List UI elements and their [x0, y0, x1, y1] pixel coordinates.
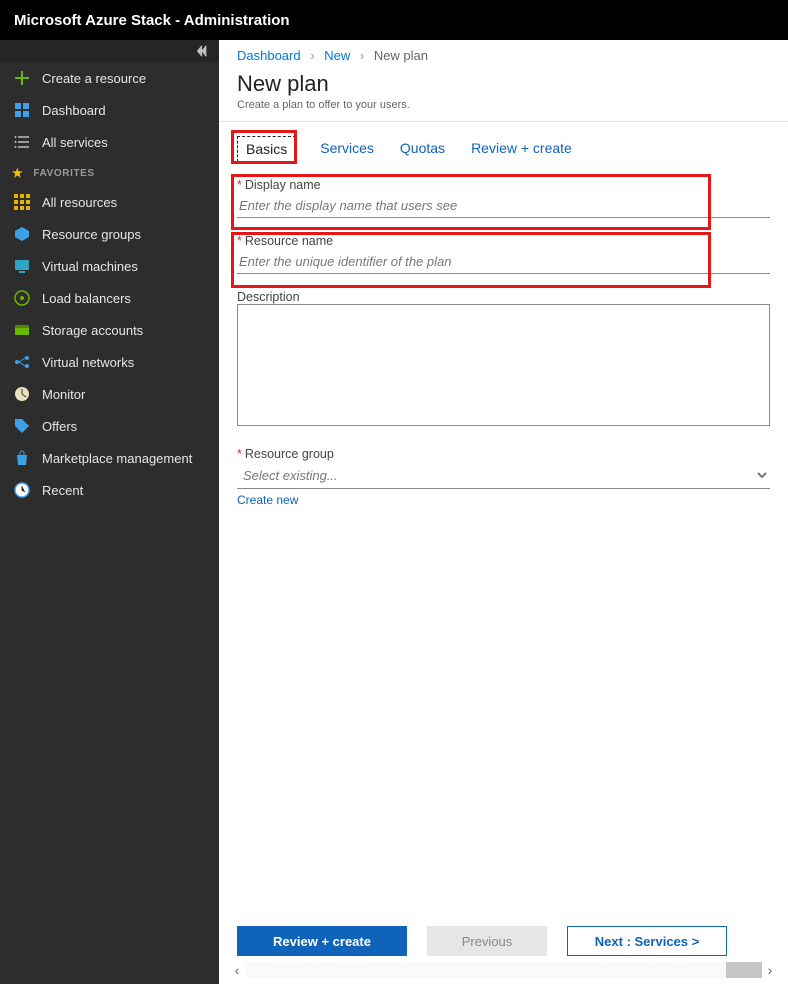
display-name-label: Display name — [245, 178, 321, 192]
breadcrumb-new[interactable]: New — [324, 48, 350, 63]
scroll-left-icon[interactable]: ‹ — [229, 962, 245, 978]
sidebar-collapse-button[interactable] — [0, 40, 219, 62]
shopping-bag-icon — [14, 450, 30, 466]
tab-services[interactable]: Services — [318, 136, 376, 162]
scroll-right-icon[interactable]: › — [762, 962, 778, 978]
dashboard-icon — [14, 102, 30, 118]
sidebar-item-label: Virtual networks — [42, 355, 134, 370]
page-header: New plan Create a plan to offer to your … — [219, 63, 788, 122]
sidebar-item-label: Virtual machines — [42, 259, 138, 274]
monitor-icon — [14, 386, 30, 402]
sidebar-item-resource-groups[interactable]: Resource groups — [0, 218, 219, 250]
breadcrumb-current: New plan — [374, 48, 428, 63]
sidebar-item-offers[interactable]: Offers — [0, 410, 219, 442]
required-asterisk: * — [237, 178, 242, 192]
tag-icon — [14, 418, 30, 434]
review-create-button[interactable]: Review + create — [237, 926, 407, 956]
scrollbar-track[interactable] — [245, 962, 762, 978]
footer-buttons: Review + create Previous Next : Services… — [237, 926, 770, 956]
tab-quotas[interactable]: Quotas — [398, 136, 447, 162]
required-asterisk: * — [237, 234, 242, 248]
storage-icon — [14, 322, 30, 338]
resource-name-input[interactable] — [237, 248, 770, 274]
scrollbar-thumb[interactable] — [726, 962, 762, 978]
sidebar-dashboard[interactable]: Dashboard — [0, 94, 219, 126]
sidebar-item-storage-accounts[interactable]: Storage accounts — [0, 314, 219, 346]
description-textarea[interactable] — [237, 304, 770, 426]
tab-review-create[interactable]: Review + create — [469, 136, 574, 162]
resource-group-select[interactable]: Select existing... — [237, 461, 770, 489]
grid-icon — [14, 194, 30, 210]
description-label: Description — [237, 290, 300, 304]
star-icon: ★ — [12, 166, 23, 180]
sidebar-item-marketplace[interactable]: Marketplace management — [0, 442, 219, 474]
previous-button[interactable]: Previous — [427, 926, 547, 956]
sidebar-all-services[interactable]: All services — [0, 126, 219, 158]
cube-icon — [14, 226, 30, 242]
sidebar-item-label: Storage accounts — [42, 323, 143, 338]
sidebar-item-label: Marketplace management — [42, 451, 192, 466]
sidebar-item-label: Resource groups — [42, 227, 141, 242]
horizontal-scrollbar[interactable]: ‹ › — [229, 962, 778, 978]
create-new-link[interactable]: Create new — [237, 493, 298, 507]
load-balancer-icon — [14, 290, 30, 306]
page-subtitle: Create a plan to offer to your users. — [237, 99, 770, 111]
sidebar-item-virtual-machines[interactable]: Virtual machines — [0, 250, 219, 282]
resource-name-label: Resource name — [245, 234, 333, 248]
display-name-input[interactable] — [237, 192, 770, 218]
breadcrumb: Dashboard › New › New plan — [219, 40, 788, 63]
vm-icon — [14, 258, 30, 274]
top-bar: Microsoft Azure Stack - Administration — [0, 0, 788, 40]
required-asterisk: * — [237, 447, 242, 461]
favorites-label: FAVORITES — [33, 168, 94, 179]
clock-icon — [14, 482, 30, 498]
sidebar-item-label: All resources — [42, 195, 117, 210]
page-title: New plan — [237, 71, 770, 97]
sidebar-create-resource[interactable]: Create a resource — [0, 62, 219, 94]
next-services-button[interactable]: Next : Services > — [567, 926, 727, 956]
sidebar-item-label: Create a resource — [42, 71, 146, 86]
sidebar-item-all-resources[interactable]: All resources — [0, 186, 219, 218]
chevron-right-icon: › — [310, 48, 314, 63]
favorites-header: ★ FAVORITES — [0, 158, 219, 186]
sidebar-item-monitor[interactable]: Monitor — [0, 378, 219, 410]
sidebar-item-label: Dashboard — [42, 103, 106, 118]
sidebar-item-label: Recent — [42, 483, 83, 498]
sidebar-item-label: All services — [42, 135, 108, 150]
chevron-right-icon: › — [360, 48, 364, 63]
tab-basics[interactable]: Basics — [237, 136, 296, 162]
network-icon — [14, 354, 30, 370]
app-title: Microsoft Azure Stack - Administration — [14, 12, 290, 29]
sidebar-item-label: Monitor — [42, 387, 85, 402]
sidebar-item-label: Offers — [42, 419, 77, 434]
sidebar-item-label: Load balancers — [42, 291, 131, 306]
plus-icon — [14, 70, 30, 86]
chevron-double-left-icon — [195, 44, 209, 58]
sidebar-item-virtual-networks[interactable]: Virtual networks — [0, 346, 219, 378]
sidebar: Create a resource Dashboard All services… — [0, 40, 219, 984]
breadcrumb-dashboard[interactable]: Dashboard — [237, 48, 301, 63]
main-content: Dashboard › New › New plan New plan Crea… — [219, 40, 788, 984]
tabs: Basics Services Quotas Review + create — [219, 122, 788, 172]
form-basics: *Display name *Resource name Description… — [219, 172, 788, 509]
sidebar-item-load-balancers[interactable]: Load balancers — [0, 282, 219, 314]
list-icon — [14, 134, 30, 150]
resource-group-label: Resource group — [245, 447, 334, 461]
sidebar-item-recent[interactable]: Recent — [0, 474, 219, 506]
